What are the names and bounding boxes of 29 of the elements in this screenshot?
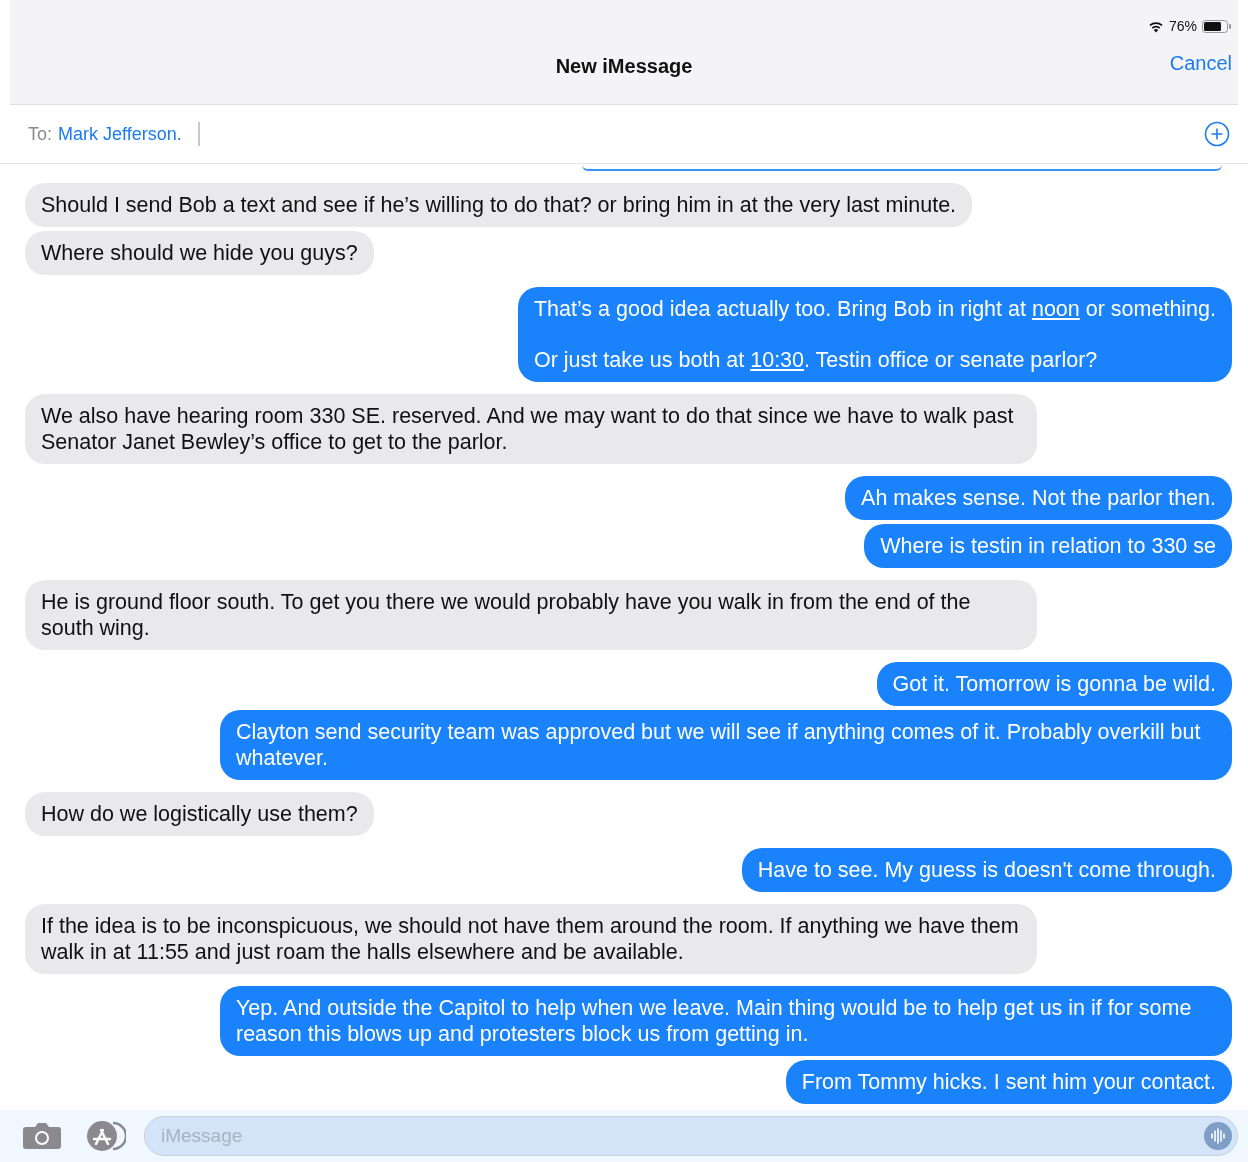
- wifi-icon: [1147, 19, 1164, 33]
- message-text: Have to see. My guess is doesn't come through.: [757, 857, 1216, 883]
- message-text: How do we logistically use them?: [41, 801, 358, 827]
- to-label: To:: [28, 123, 52, 145]
- message-text: Ah makes sense. Not the parlor then.: [861, 485, 1216, 511]
- message-text: Got it. Tomorrow is gonna be wild.: [892, 671, 1216, 697]
- message-text: If the idea is to be inconspicuous, we should not have them around the room. If anything we have them walk in at 11:55 and just roam the halls elsewhere and be available.: [41, 913, 1020, 965]
- message-text: Clayton send security team was approved but we will see if anything comes of it. Probably overkill but whatever.: [236, 719, 1202, 771]
- add-contact-icon[interactable]: [1204, 121, 1230, 147]
- message-text: Should I send Bob a text and see if he’s willing to do that? or bring him in at the very last minute.: [41, 192, 957, 218]
- message-text: From Tommy hicks. I sent him your contact.: [801, 1069, 1216, 1095]
- audio-message-icon[interactable]: [1203, 1121, 1233, 1151]
- message-text: Where is testin in relation to 330 se: [880, 533, 1216, 559]
- text-cursor: [197, 122, 200, 146]
- message-text: Where should we hide you guys?: [41, 240, 358, 266]
- message-text: He is ground floor south. To get you there we would probably have you walk in from the end of the south wing.: [41, 589, 972, 641]
- message-input-field[interactable]: iMessage: [144, 1116, 1238, 1156]
- detected-time-link[interactable]: 10:30: [750, 348, 805, 372]
- message-text: That’s a good idea actually too. Bring Bob in right at noon or something.: [533, 296, 1216, 322]
- message-text: Yep. And outside the Capitol to help when we leave. Main thing would be to help get us in if for some reason this blows up and protesters block us from getting in.: [236, 995, 1193, 1047]
- recipient-chip[interactable]: Mark Jefferson.: [58, 123, 182, 145]
- battery-icon: [1202, 19, 1232, 33]
- cancel-button[interactable]: Cancel: [1169, 52, 1232, 75]
- camera-icon[interactable]: [22, 1121, 62, 1151]
- detected-time-link[interactable]: noon: [1031, 297, 1080, 321]
- message-text: Or just take us both at 10:30. Testin office or senate parlor?: [533, 347, 1099, 373]
- message-text: We also have hearing room 330 SE. reserved. And we may want to do that since we have to walk past Senator Janet Bewley’s office to get to the parlor.: [41, 403, 1015, 455]
- window-title: New iMessage: [555, 54, 693, 78]
- battery-percentage: 76%: [1168, 18, 1197, 34]
